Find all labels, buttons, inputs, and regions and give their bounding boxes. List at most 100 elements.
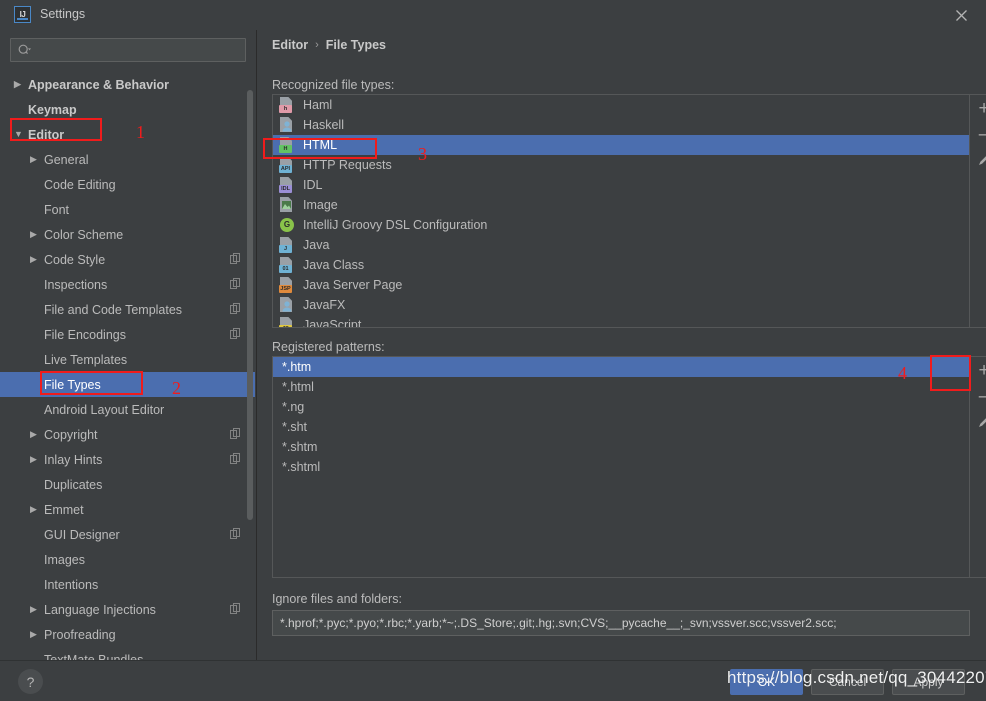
registered-patterns-list[interactable]: *.htm *.html *.ng *.sht *.shtm *.shtml [272,356,970,578]
idl-file-icon: IDL [279,177,295,193]
chevron-right-icon[interactable]: ▶ [14,80,28,89]
settings-tree[interactable]: ▶ Appearance & Behavior Keymap ▼ Editor ▶ Gene… [0,72,255,660]
search-box[interactable] [10,38,246,62]
file-type-row[interactable]: h Haml [273,95,969,115]
recognized-file-types-label: Recognized file types: [272,78,395,92]
chevron-right-icon[interactable]: ▶ [30,505,44,514]
chevron-right-icon[interactable]: ▶ [30,455,44,464]
sidebar-item-code-style[interactable]: ▶ Code Style [0,247,255,272]
file-type-row[interactable]: Image [273,195,969,215]
sidebar-item-font[interactable]: Font [0,197,255,222]
sidebar-item-textmate-bundles[interactable]: TextMate Bundles [0,647,255,661]
sidebar-item-label: Code Style [44,252,106,267]
sidebar-item-label: Code Editing [44,177,116,192]
pattern-value: *.ng [282,400,305,414]
file-type-name: Image [303,198,338,212]
file-type-row[interactable]: G IntelliJ Groovy DSL Configuration [273,215,969,235]
sidebar-item-file-encodings[interactable]: File Encodings [0,322,255,347]
sidebar-item-inlay-hints[interactable]: ▶ Inlay Hints [0,447,255,472]
sidebar-item-label: Duplicates [44,477,103,492]
pattern-row[interactable]: *.shtml [273,457,969,477]
file-type-row[interactable]: JS JavaScript [273,315,969,328]
chevron-right-icon[interactable]: ▶ [30,630,44,639]
file-type-row[interactable]: JavaFX [273,295,969,315]
minus-icon[interactable]: – [970,121,986,147]
close-icon[interactable] [950,5,972,25]
sidebar-item-duplicates[interactable]: Duplicates [0,472,255,497]
sidebar-item-color-scheme[interactable]: ▶ Color Scheme [0,222,255,247]
sidebar-item-editor[interactable]: ▼ Editor [0,122,255,147]
file-type-name: Haskell [303,118,344,132]
jsp-file-icon: JSP [279,277,295,293]
copy-settings-icon [230,253,241,264]
sidebar-item-code-editing[interactable]: Code Editing [0,172,255,197]
sidebar-item-label: Font [44,202,70,217]
sidebar-item-live-templates[interactable]: Live Templates [0,347,255,372]
sidebar-scrollbar[interactable] [247,90,253,520]
recognized-file-types-list[interactable]: h Haml Haskell H HTML API HTTP Requests IDL IDL I… [272,94,970,328]
help-button[interactable]: ? [18,669,43,694]
file-type-row[interactable]: JSP Java Server Page [273,275,969,295]
cancel-button[interactable]: Cancel [811,669,884,695]
pattern-row[interactable]: *.html [273,377,969,397]
sidebar-item-label: Images [44,552,85,567]
sidebar-item-inspections[interactable]: Inspections [0,272,255,297]
copy-settings-icon [230,428,241,439]
sidebar-item-gui-designer[interactable]: GUI Designer [0,522,255,547]
sidebar-item-file-and-code-templates[interactable]: File and Code Templates [0,297,255,322]
ok-button[interactable]: OK [730,669,803,695]
sidebar-item-intentions[interactable]: Intentions [0,572,255,597]
sidebar-item-keymap[interactable]: Keymap [0,97,255,122]
sidebar-item-emmet[interactable]: ▶ Emmet [0,497,255,522]
file-type-name: Java Server Page [303,278,403,292]
file-type-name: IntelliJ Groovy DSL Configuration [303,218,488,232]
sidebar-item-copyright[interactable]: ▶ Copyright [0,422,255,447]
pattern-row[interactable]: *.shtm [273,437,969,457]
sidebar-item-label: Proofreading [44,627,116,642]
sidebar-item-proofreading[interactable]: ▶ Proofreading [0,622,255,647]
chevron-right-icon[interactable]: ▶ [30,430,44,439]
patterns-toolbar: +– [970,356,986,578]
file-type-name: JavaScript [303,318,362,328]
settings-detail-pane: Editor › File Types Recognized file type… [258,30,986,660]
chevron-right-icon[interactable]: ▶ [30,605,44,614]
sidebar-item-general[interactable]: ▶ General [0,147,255,172]
sidebar-item-images[interactable]: Images [0,547,255,572]
ignore-files-label: Ignore files and folders: [272,592,402,606]
sidebar-item-label: Emmet [44,502,84,517]
chevron-right-icon[interactable]: ▶ [30,230,44,239]
sidebar-item-appearance-behavior[interactable]: ▶ Appearance & Behavior [0,72,255,97]
registered-patterns-label: Registered patterns: [272,340,385,354]
file-type-row[interactable]: API HTTP Requests [273,155,969,175]
minus-icon[interactable]: – [970,383,986,409]
chevron-down-icon[interactable]: ▼ [14,130,28,139]
sidebar-item-label: File and Code Templates [44,302,183,317]
file-type-row[interactable]: J Java [273,235,969,255]
sidebar-item-label: Editor [28,127,65,142]
chevron-right-icon[interactable]: ▶ [30,155,44,164]
file-type-row[interactable]: IDL IDL [273,175,969,195]
copy-settings-icon [230,528,241,539]
plus-icon[interactable]: + [970,95,986,121]
sidebar-item-label: File Types [44,377,101,392]
sidebar-item-android-layout-editor[interactable]: Android Layout Editor [0,397,255,422]
pattern-row[interactable]: *.sht [273,417,969,437]
breadcrumb-parent[interactable]: Editor [272,38,308,52]
sidebar-item-language-injections[interactable]: ▶ Language Injections [0,597,255,622]
plus-icon[interactable]: + [970,357,986,383]
file-type-name: Java [303,238,330,252]
ignore-files-input[interactable]: *.hprof;*.pyc;*.pyo;*.rbc;*.yarb;*~;.DS_… [272,610,970,636]
sidebar-item-file-types[interactable]: File Types [0,372,255,397]
file-type-row[interactable]: Haskell [273,115,969,135]
file-type-name: Haml [303,98,333,112]
file-type-row[interactable]: H HTML [273,135,969,155]
apply-button[interactable]: Apply [892,669,965,695]
file-type-row[interactable]: 01 Java Class [273,255,969,275]
search-input[interactable] [39,42,239,60]
pattern-row[interactable]: *.ng [273,397,969,417]
settings-dialog: IJ Settings ▶ Appearance & Behavior Keymap… [0,0,986,701]
pencil-icon[interactable] [970,147,986,173]
pattern-row[interactable]: *.htm [273,357,969,377]
chevron-right-icon[interactable]: ▶ [30,255,44,264]
pencil-icon[interactable] [970,409,986,435]
